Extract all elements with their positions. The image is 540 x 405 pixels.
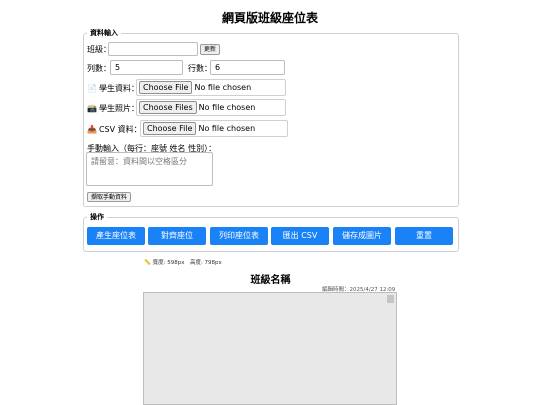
csv-file-input[interactable]: Choose File No file chosen [140, 120, 288, 137]
student-data-file-input[interactable]: Choose File No file chosen [136, 79, 286, 96]
print-seating-button[interactable]: 列印座位表 [210, 227, 268, 245]
seating-canvas[interactable] [143, 292, 397, 405]
export-csv-button[interactable]: 匯出 CSV [271, 227, 329, 245]
update-button[interactable]: 更新 [200, 44, 221, 55]
dimension-info: 📏 寬度: 598px 高度: 798px [144, 258, 222, 266]
scroll-thumb[interactable] [387, 295, 394, 303]
ruler-icon: 📏 [144, 260, 151, 266]
page-title: 網頁版班級座位表 [221, 11, 318, 25]
read-manual-button[interactable]: 擷取手動資料 [87, 192, 132, 202]
csv-label: 📥 CSV 資料： [87, 124, 142, 135]
rows-input[interactable]: 6 [210, 60, 285, 75]
choose-file-button[interactable]: Choose File [139, 81, 193, 94]
files-status: No file chosen [198, 103, 256, 112]
dimension-text: 寬度: 598px 高度: 798px [152, 260, 222, 266]
file-status: No file chosen [194, 83, 252, 92]
save-image-button[interactable]: 儲存成圖片 [333, 227, 391, 245]
generate-seating-button[interactable]: 產生座位表 [87, 227, 145, 245]
inbox-tray-icon: 📥 [87, 125, 97, 134]
rows-label: 行數： [188, 64, 212, 73]
student-photo-label: 📸 學生照片： [87, 103, 139, 114]
cols-label: 列數： [87, 64, 111, 73]
reset-button[interactable]: 重置 [395, 227, 453, 245]
csv-label-text: CSV 資料： [98, 125, 142, 134]
choose-files-button[interactable]: Choose Files [139, 101, 197, 114]
actions-section-legend: 操作 [90, 213, 104, 221]
csv-file-status: No file chosen [198, 124, 256, 133]
student-data-label-text: 學生資料： [98, 84, 139, 93]
student-photo-file-input[interactable]: Choose Files No file chosen [136, 99, 286, 116]
sheet-title: 班級名稱 [250, 275, 291, 286]
class-input[interactable] [108, 42, 198, 56]
manual-input-textarea[interactable]: 請留意：資料間以空格區分 [86, 152, 213, 186]
student-photo-label-text: 學生照片： [98, 104, 139, 113]
cols-input[interactable]: 5 [110, 60, 183, 75]
choose-csv-file-button[interactable]: Choose File [143, 122, 197, 135]
input-section-legend: 資料輸入 [90, 29, 118, 37]
camera-icon: 📸 [87, 104, 97, 113]
document-icon: 📄 [87, 84, 97, 93]
align-seats-button[interactable]: 對齊座位 [148, 227, 206, 245]
student-data-label: 📄 學生資料： [87, 83, 139, 94]
